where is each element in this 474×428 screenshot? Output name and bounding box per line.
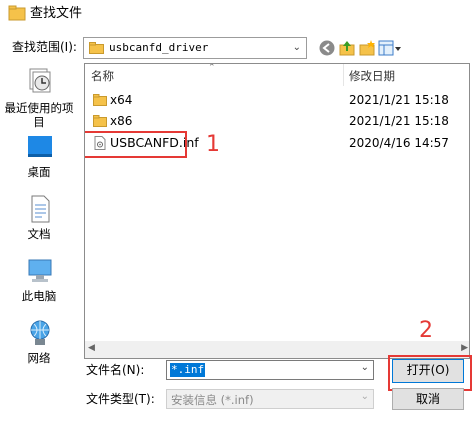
new-folder-icon[interactable]: [358, 39, 376, 57]
nav-documents[interactable]: 文档: [0, 195, 78, 243]
filename-combo[interactable]: *.inf ⌄: [166, 360, 374, 380]
nav-desktop[interactable]: 桌面: [0, 133, 78, 181]
filetype-combo[interactable]: 安装信息 (*.inf) ⌄: [166, 389, 374, 409]
cancel-button[interactable]: 取消: [392, 388, 464, 410]
chevron-down-icon[interactable]: ⌄: [361, 391, 369, 402]
lookin-combo[interactable]: usbcanfd_driver ⌄: [83, 37, 307, 59]
desktop-icon: [28, 136, 52, 157]
scroll-left-icon[interactable]: ◀: [88, 343, 95, 353]
lookin-label: 查找范围(I):: [12, 40, 77, 54]
highlight-box-open: [388, 355, 472, 391]
documents-icon: [31, 195, 50, 223]
nav-this-pc-label: 此电脑: [21, 289, 57, 303]
highlight-box-file: [85, 131, 187, 158]
file-list[interactable]: 名称 ⌃ 修改日期 x64 2021/1/21 15:18 x86 2021/1…: [84, 63, 470, 359]
nav-this-pc[interactable]: 此电脑: [0, 257, 78, 305]
nav-documents-label: 文档: [27, 227, 51, 241]
column-name[interactable]: 名称: [91, 68, 114, 84]
folder-icon: [93, 115, 107, 127]
folder-icon: [93, 94, 107, 106]
file-name: x64: [110, 93, 133, 107]
network-icon: [30, 320, 50, 345]
file-date: 2021/1/21 15:18: [349, 114, 449, 128]
computer-icon: [28, 259, 52, 282]
lookin-value: usbcanfd_driver: [109, 41, 209, 54]
column-modified[interactable]: 修改日期: [349, 68, 395, 84]
file-date: 2020/4/16 14:57: [349, 136, 449, 150]
filename-label: 文件名(N):: [86, 363, 145, 377]
list-item[interactable]: x64 2021/1/21 15:18: [85, 90, 469, 110]
folder-icon: [89, 42, 104, 54]
nav-network[interactable]: 网络: [0, 319, 78, 367]
nav-desktop-label: 桌面: [27, 165, 51, 179]
annotation-step-2: 2: [419, 318, 433, 343]
app-icon: [8, 5, 26, 21]
list-header: 名称 ⌃ 修改日期: [85, 63, 469, 86]
chevron-down-icon[interactable]: ⌄: [361, 362, 369, 373]
window-title: 查找文件: [30, 6, 83, 21]
file-date: 2021/1/21 15:18: [349, 93, 449, 107]
scroll-right-icon[interactable]: ▶: [461, 343, 468, 353]
list-item[interactable]: x86 2021/1/21 15:18: [85, 111, 469, 131]
recent-items-icon: [29, 68, 51, 93]
column-separator[interactable]: [343, 64, 344, 86]
places-bar: 最近使用的项目 桌面 文档 此电脑 网络: [0, 63, 78, 393]
nav-recent-label: 最近使用的项目: [4, 101, 74, 129]
up-folder-icon[interactable]: [338, 39, 356, 57]
title-bar: 查找文件: [0, 0, 474, 34]
filetype-value: 安装信息 (*.inf): [171, 393, 254, 407]
annotation-step-1: 1: [206, 132, 220, 157]
filename-input[interactable]: *.inf: [170, 363, 206, 377]
nav-recent[interactable]: 最近使用的项目: [0, 67, 78, 129]
back-icon[interactable]: [318, 39, 336, 57]
view-menu-icon[interactable]: [378, 39, 402, 57]
chevron-down-icon[interactable]: ⌄: [293, 40, 301, 56]
sort-ascending-icon: ⌃: [208, 63, 216, 73]
filetype-label: 文件类型(T):: [86, 392, 155, 406]
nav-network-label: 网络: [27, 351, 51, 365]
file-name: x86: [110, 114, 133, 128]
